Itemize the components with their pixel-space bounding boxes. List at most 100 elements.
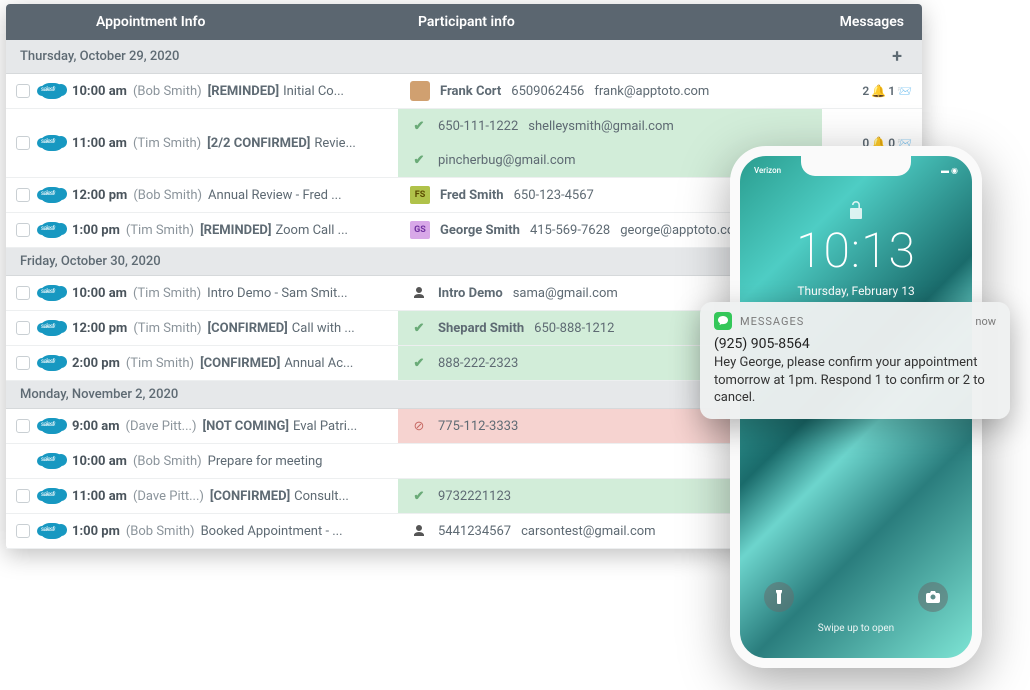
appointment-status-tag: [2/2 CONFIRMED] — [207, 136, 310, 151]
lock-icon — [848, 200, 864, 220]
appointment-owner: (Dave Pitt...) — [133, 489, 204, 504]
appointment-time: 1:00 pm — [72, 223, 120, 238]
phone-date: Thursday, February 13 — [740, 284, 972, 298]
table-row[interactable]: salesforce10:00 am(Bob Smith)[REMINDED]I… — [6, 74, 922, 109]
appointment-owner: (Bob Smith) — [126, 524, 195, 539]
appointment-status-tag: [CONFIRMED] — [200, 356, 280, 371]
participant-phone: 415-569-7628 — [530, 223, 610, 238]
notification-header: MESSAGES now — [714, 312, 996, 330]
participant-email: shelleysmith@gmail.com — [528, 119, 674, 134]
participant-phone: 5441234567 — [438, 524, 511, 539]
date-group-label: Thursday, October 29, 2020 — [20, 49, 179, 64]
appointment-time: 11:00 am — [72, 136, 127, 151]
person-icon — [410, 524, 428, 538]
appointment-title: Annual Ac... — [284, 356, 353, 371]
salesforce-icon: salesforce — [40, 523, 64, 539]
appointment-owner: (Bob Smith) — [133, 84, 202, 99]
appointment-time: 1:00 pm — [72, 524, 120, 539]
add-appointment-button[interactable]: + — [892, 46, 908, 67]
appointment-status-tag: [NOT COMING] — [202, 419, 289, 434]
appointment-title: Booked Appointment - ... — [201, 524, 343, 539]
appointment-owner: (Tim Smith) — [126, 223, 194, 238]
phone-carrier: Verizon — [754, 166, 781, 175]
participant-name: George Smith — [440, 223, 520, 238]
participant-row: Frank Cort 6509062456 frank@apptoto.com — [398, 74, 822, 108]
appointment-time: 2:00 pm — [72, 356, 120, 371]
row-checkbox[interactable] — [16, 136, 30, 150]
flashlight-button[interactable] — [764, 582, 794, 612]
salesforce-icon: salesforce — [40, 187, 64, 203]
appointment-owner: (Tim Smith) — [126, 356, 194, 371]
participant-phone: 650-111-1222 — [438, 119, 518, 134]
appointment-title: Initial Co... — [283, 84, 344, 99]
env-count: 1 — [888, 84, 895, 98]
appointment-time: 9:00 am — [72, 419, 120, 434]
appointment-status-tag: [CONFIRMED] — [208, 321, 288, 336]
table-header: Appointment Info Participant info Messag… — [6, 4, 922, 40]
check-icon: ✔ — [410, 153, 428, 168]
header-appointment: Appointment Info — [6, 14, 398, 30]
salesforce-icon: salesforce — [40, 453, 64, 469]
salesforce-icon: salesforce — [40, 355, 64, 371]
date-group-label: Monday, November 2, 2020 — [20, 387, 178, 402]
appointment-cell: salesforce 2:00 pm (Tim Smith) [CONFIRMED] A… — [6, 346, 398, 380]
appointment-time: 10:00 am — [72, 454, 127, 469]
camera-button[interactable] — [918, 582, 948, 612]
appointment-time: 10:00 am — [72, 286, 127, 301]
notification-title: (925) 905-8564 — [714, 336, 996, 352]
signal-icon: ▬ ◉ — [941, 166, 958, 175]
appointment-cell: salesforce10:00 am(Bob Smith)[REMINDED]I… — [6, 74, 398, 108]
appointment-owner: (Tim Smith) — [133, 286, 201, 301]
appointment-title: Zoom Call ... — [275, 223, 347, 238]
participant-cell: Frank Cort 6509062456 frank@apptoto.com — [398, 74, 822, 108]
appointment-time: 12:00 pm — [72, 188, 127, 203]
salesforce-icon: salesforce — [40, 488, 64, 504]
participant-badge: FS — [410, 186, 430, 204]
participant-phone: 650-888-1212 — [534, 321, 614, 336]
participant-email: carsontest@gmail.com — [521, 524, 656, 539]
participant-name: Frank Cort — [440, 84, 501, 99]
row-checkbox[interactable] — [16, 188, 30, 202]
participant-badge: GS — [410, 221, 430, 239]
salesforce-icon: salesforce — [40, 320, 64, 336]
date-group-header: Thursday, October 29, 2020 + — [6, 40, 922, 74]
appointment-owner: (Bob Smith) — [133, 454, 202, 469]
notification-app-label: MESSAGES — [740, 315, 804, 328]
appointment-title: Consult... — [294, 489, 349, 504]
row-checkbox[interactable] — [16, 524, 30, 538]
appointment-cell: salesforce 12:00 pm (Bob Smith) Annual Revi… — [6, 178, 398, 212]
appointment-owner: (Dave Pitt...) — [126, 419, 197, 434]
salesforce-icon: salesforce — [40, 222, 64, 238]
appointment-cell: salesforce 10:00 am (Bob Smith) Prepare for… — [6, 444, 398, 478]
check-icon: ✔ — [410, 321, 428, 336]
participant-phone: 6509062456 — [511, 84, 584, 99]
appointment-cell: salesforce9:00 am(Dave Pitt...)[NOT COMI… — [6, 409, 398, 443]
salesforce-icon: salesforce — [40, 285, 64, 301]
row-checkbox[interactable] — [16, 84, 30, 98]
appointment-cell: salesforce1:00 pm(Tim Smith)[REMINDED]Zo… — [6, 213, 398, 247]
date-group-label: Friday, October 30, 2020 — [20, 254, 161, 269]
appointment-owner: (Bob Smith) — [133, 188, 202, 203]
row-checkbox[interactable] — [16, 419, 30, 433]
row-checkbox[interactable] — [16, 489, 30, 503]
appointment-cell: salesforce 1:00 pm (Bob Smith) Booked Appoi… — [6, 514, 398, 548]
participant-phone: 775-112-3333 — [438, 419, 518, 434]
notification-body: Hey George, please confirm your appointm… — [714, 354, 996, 407]
appointment-title: Annual Review - Fred ... — [208, 188, 342, 203]
appointment-cell: salesforce12:00 pm(Tim Smith)[CONFIRMED]… — [6, 311, 398, 345]
notification-when: now — [975, 315, 996, 328]
participant-name: Intro Demo — [438, 286, 503, 301]
participant-row: ✔650-111-1222shelleysmith@gmail.com — [398, 109, 822, 143]
row-checkbox[interactable] — [16, 356, 30, 370]
appointment-title: Prepare for meeting — [208, 454, 323, 469]
deny-icon: ⊘ — [410, 419, 428, 434]
participant-name: Shepard Smith — [438, 321, 524, 336]
row-checkbox[interactable] — [16, 223, 30, 237]
appointment-owner: (Tim Smith) — [133, 321, 201, 336]
participant-phone: 650-123-4567 — [514, 188, 594, 203]
participant-email: frank@apptoto.com — [594, 84, 709, 99]
row-checkbox[interactable] — [16, 286, 30, 300]
appointment-time: 10:00 am — [72, 84, 127, 99]
row-checkbox[interactable] — [16, 321, 30, 335]
notification-card[interactable]: MESSAGES now (925) 905-8564 Hey George, … — [700, 302, 1010, 419]
